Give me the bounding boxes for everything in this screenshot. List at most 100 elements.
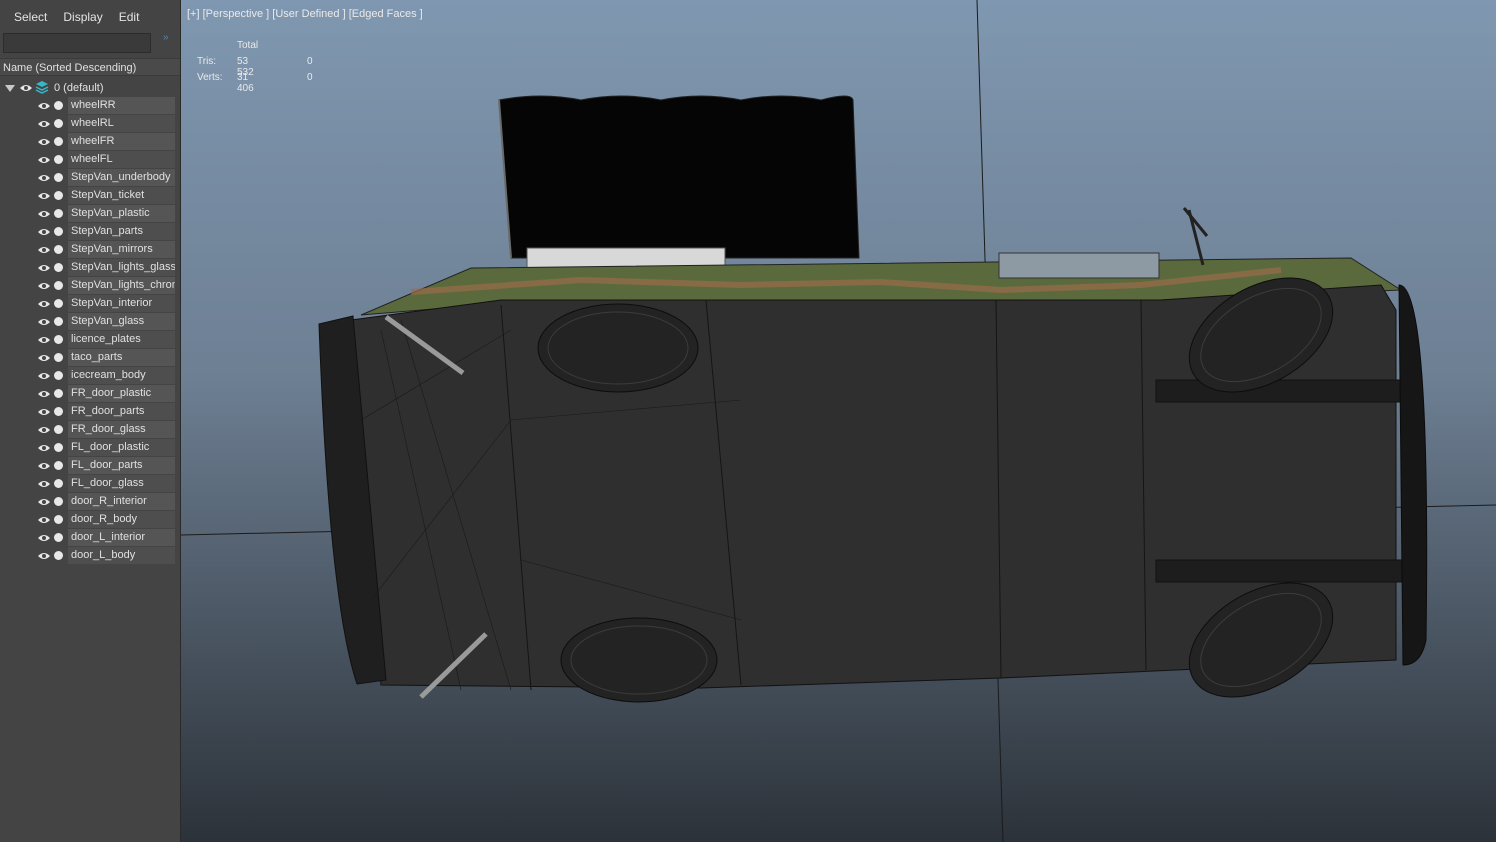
visibility-dot-icon[interactable] [54,497,63,506]
outliner-item[interactable]: StepVan_glass [0,313,180,331]
item-name[interactable]: StepVan_ticket [68,187,175,204]
outliner-item[interactable]: wheelRL [0,115,180,133]
outliner-item[interactable]: licence_plates [0,331,180,349]
outliner-item[interactable]: StepVan_mirrors [0,241,180,259]
item-name[interactable]: StepVan_lights_glass [68,259,175,276]
eye-icon[interactable] [38,390,50,398]
outliner-item[interactable]: door_L_interior [0,529,180,547]
item-name[interactable]: taco_parts [68,349,175,366]
eye-icon[interactable] [38,282,50,290]
eye-icon[interactable] [20,84,32,92]
menu-edit[interactable]: Edit [111,10,148,24]
item-name[interactable]: StepVan_lights_chrom [68,277,175,294]
eye-icon[interactable] [38,336,50,344]
visibility-dot-icon[interactable] [54,479,63,488]
item-name[interactable]: StepVan_plastic [68,205,175,222]
visibility-dot-icon[interactable] [54,191,63,200]
visibility-dot-icon[interactable] [54,551,63,560]
visibility-dot-icon[interactable] [54,425,63,434]
item-name[interactable]: FL_door_parts [68,457,175,474]
visibility-dot-icon[interactable] [54,353,63,362]
visibility-dot-icon[interactable] [54,245,63,254]
menu-display[interactable]: Display [55,10,110,24]
eye-icon[interactable] [38,156,50,164]
viewport-header[interactable]: [+] [Perspective ] [User Defined ] [Edge… [187,8,423,20]
outliner-item[interactable]: StepVan_parts [0,223,180,241]
visibility-dot-icon[interactable] [54,209,63,218]
eye-icon[interactable] [38,552,50,560]
filter-input[interactable] [3,33,151,53]
outliner-item[interactable]: StepVan_lights_glass [0,259,180,277]
item-name[interactable]: wheelRR [68,97,175,114]
perspective-viewport[interactable]: [+] [Perspective ] [User Defined ] [Edge… [181,0,1496,842]
visibility-dot-icon[interactable] [54,317,63,326]
layer-row-default[interactable]: 0 (default) [0,79,180,97]
eye-icon[interactable] [38,210,50,218]
outliner-item[interactable]: taco_parts [0,349,180,367]
item-name[interactable]: FL_door_plastic [68,439,175,456]
item-name[interactable]: FL_door_glass [68,475,175,492]
eye-icon[interactable] [38,408,50,416]
visibility-dot-icon[interactable] [54,461,63,470]
visibility-dot-icon[interactable] [54,299,63,308]
eye-icon[interactable] [38,246,50,254]
eye-icon[interactable] [38,498,50,506]
eye-icon[interactable] [38,318,50,326]
item-name[interactable]: FR_door_glass [68,421,175,438]
eye-icon[interactable] [38,138,50,146]
item-name[interactable]: FR_door_plastic [68,385,175,402]
outliner-item[interactable]: icecream_body [0,367,180,385]
outliner-item[interactable]: FR_door_glass [0,421,180,439]
outliner-item[interactable]: wheelRR [0,97,180,115]
visibility-dot-icon[interactable] [54,173,63,182]
outliner-item[interactable]: FL_door_glass [0,475,180,493]
eye-icon[interactable] [38,426,50,434]
item-name[interactable]: StepVan_glass [68,313,175,330]
item-name[interactable]: StepVan_mirrors [68,241,175,258]
item-name[interactable]: StepVan_underbody [68,169,175,186]
visibility-dot-icon[interactable] [54,335,63,344]
eye-icon[interactable] [38,534,50,542]
outliner-item[interactable]: FL_door_parts [0,457,180,475]
eye-icon[interactable] [38,516,50,524]
item-name[interactable]: wheelFR [68,133,175,150]
item-name[interactable]: FR_door_parts [68,403,175,420]
menu-select[interactable]: Select [6,10,55,24]
outliner-item[interactable]: wheelFR [0,133,180,151]
eye-icon[interactable] [38,228,50,236]
outliner-item[interactable]: FL_door_plastic [0,439,180,457]
item-name[interactable]: door_R_body [68,511,175,528]
visibility-dot-icon[interactable] [54,137,63,146]
eye-icon[interactable] [38,120,50,128]
eye-icon[interactable] [38,300,50,308]
item-name[interactable]: door_L_body [68,547,175,564]
item-name[interactable]: door_L_interior [68,529,175,546]
outliner-item[interactable]: StepVan_underbody [0,169,180,187]
collapse-triangle-icon[interactable] [5,84,15,92]
visibility-dot-icon[interactable] [54,389,63,398]
eye-icon[interactable] [38,480,50,488]
outliner-item[interactable]: FR_door_plastic [0,385,180,403]
item-name[interactable]: licence_plates [68,331,175,348]
sort-header[interactable]: Name (Sorted Descending) [0,58,180,76]
visibility-dot-icon[interactable] [54,263,63,272]
outliner-item[interactable]: StepVan_ticket [0,187,180,205]
visibility-dot-icon[interactable] [54,443,63,452]
outliner-item[interactable]: StepVan_plastic [0,205,180,223]
outliner-item[interactable]: FR_door_parts [0,403,180,421]
visibility-dot-icon[interactable] [54,407,63,416]
item-name[interactable]: wheelFL [68,151,175,168]
eye-icon[interactable] [38,354,50,362]
item-name[interactable]: StepVan_interior [68,295,175,312]
eye-icon[interactable] [38,264,50,272]
visibility-dot-icon[interactable] [54,155,63,164]
eye-icon[interactable] [38,174,50,182]
visibility-dot-icon[interactable] [54,227,63,236]
eye-icon[interactable] [38,444,50,452]
visibility-dot-icon[interactable] [54,119,63,128]
item-name[interactable]: wheelRL [68,115,175,132]
visibility-dot-icon[interactable] [54,281,63,290]
outliner-item[interactable]: wheelFL [0,151,180,169]
item-name[interactable]: icecream_body [68,367,175,384]
eye-icon[interactable] [38,462,50,470]
